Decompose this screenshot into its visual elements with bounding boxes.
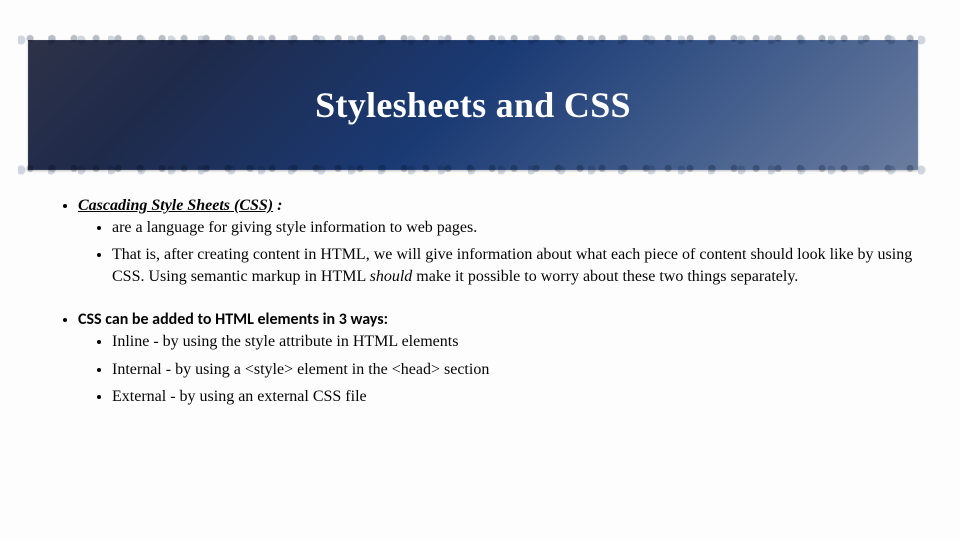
section-2-items: Inline - by using the style attribute in… (78, 331, 922, 408)
section-1-item-1-em: should (370, 268, 413, 285)
section-1: Cascading Style Sheets (CSS) : are a lan… (60, 195, 922, 287)
title-banner: Stylesheets and CSS (28, 40, 918, 170)
section-2-lead-wrap: CSS can be added to HTML elements in 3 w… (78, 309, 922, 407)
slide-body: Cascading Style Sheets (CSS) : are a lan… (60, 195, 922, 414)
section-1-item-0: are a language for giving style informat… (112, 217, 922, 239)
section-2-lead: CSS can be added to HTML elements in 3 w… (78, 310, 388, 329)
slide: Stylesheets and CSS Cascading Style Shee… (0, 0, 960, 540)
section-1-items: are a language for giving style informat… (78, 217, 922, 288)
section-1-item-1-post: make it possible to worry about these tw… (412, 268, 798, 285)
section-2-item-1: Internal - by using a <style> element in… (112, 359, 922, 381)
section-2: CSS can be added to HTML elements in 3 w… (60, 309, 922, 407)
section-1-lead-term: Cascading Style Sheets (CSS) (78, 197, 273, 214)
section-1-item-1: That is, after creating content in HTML,… (112, 244, 922, 287)
section-1-lead: Cascading Style Sheets (CSS) : are a lan… (78, 195, 922, 287)
slide-title: Stylesheets and CSS (28, 40, 918, 170)
section-1-lead-tail: : (273, 197, 282, 214)
section-spacer (60, 293, 922, 309)
section-2-item-0: Inline - by using the style attribute in… (112, 331, 922, 353)
section-2-item-2: External - by using an external CSS file (112, 386, 922, 408)
